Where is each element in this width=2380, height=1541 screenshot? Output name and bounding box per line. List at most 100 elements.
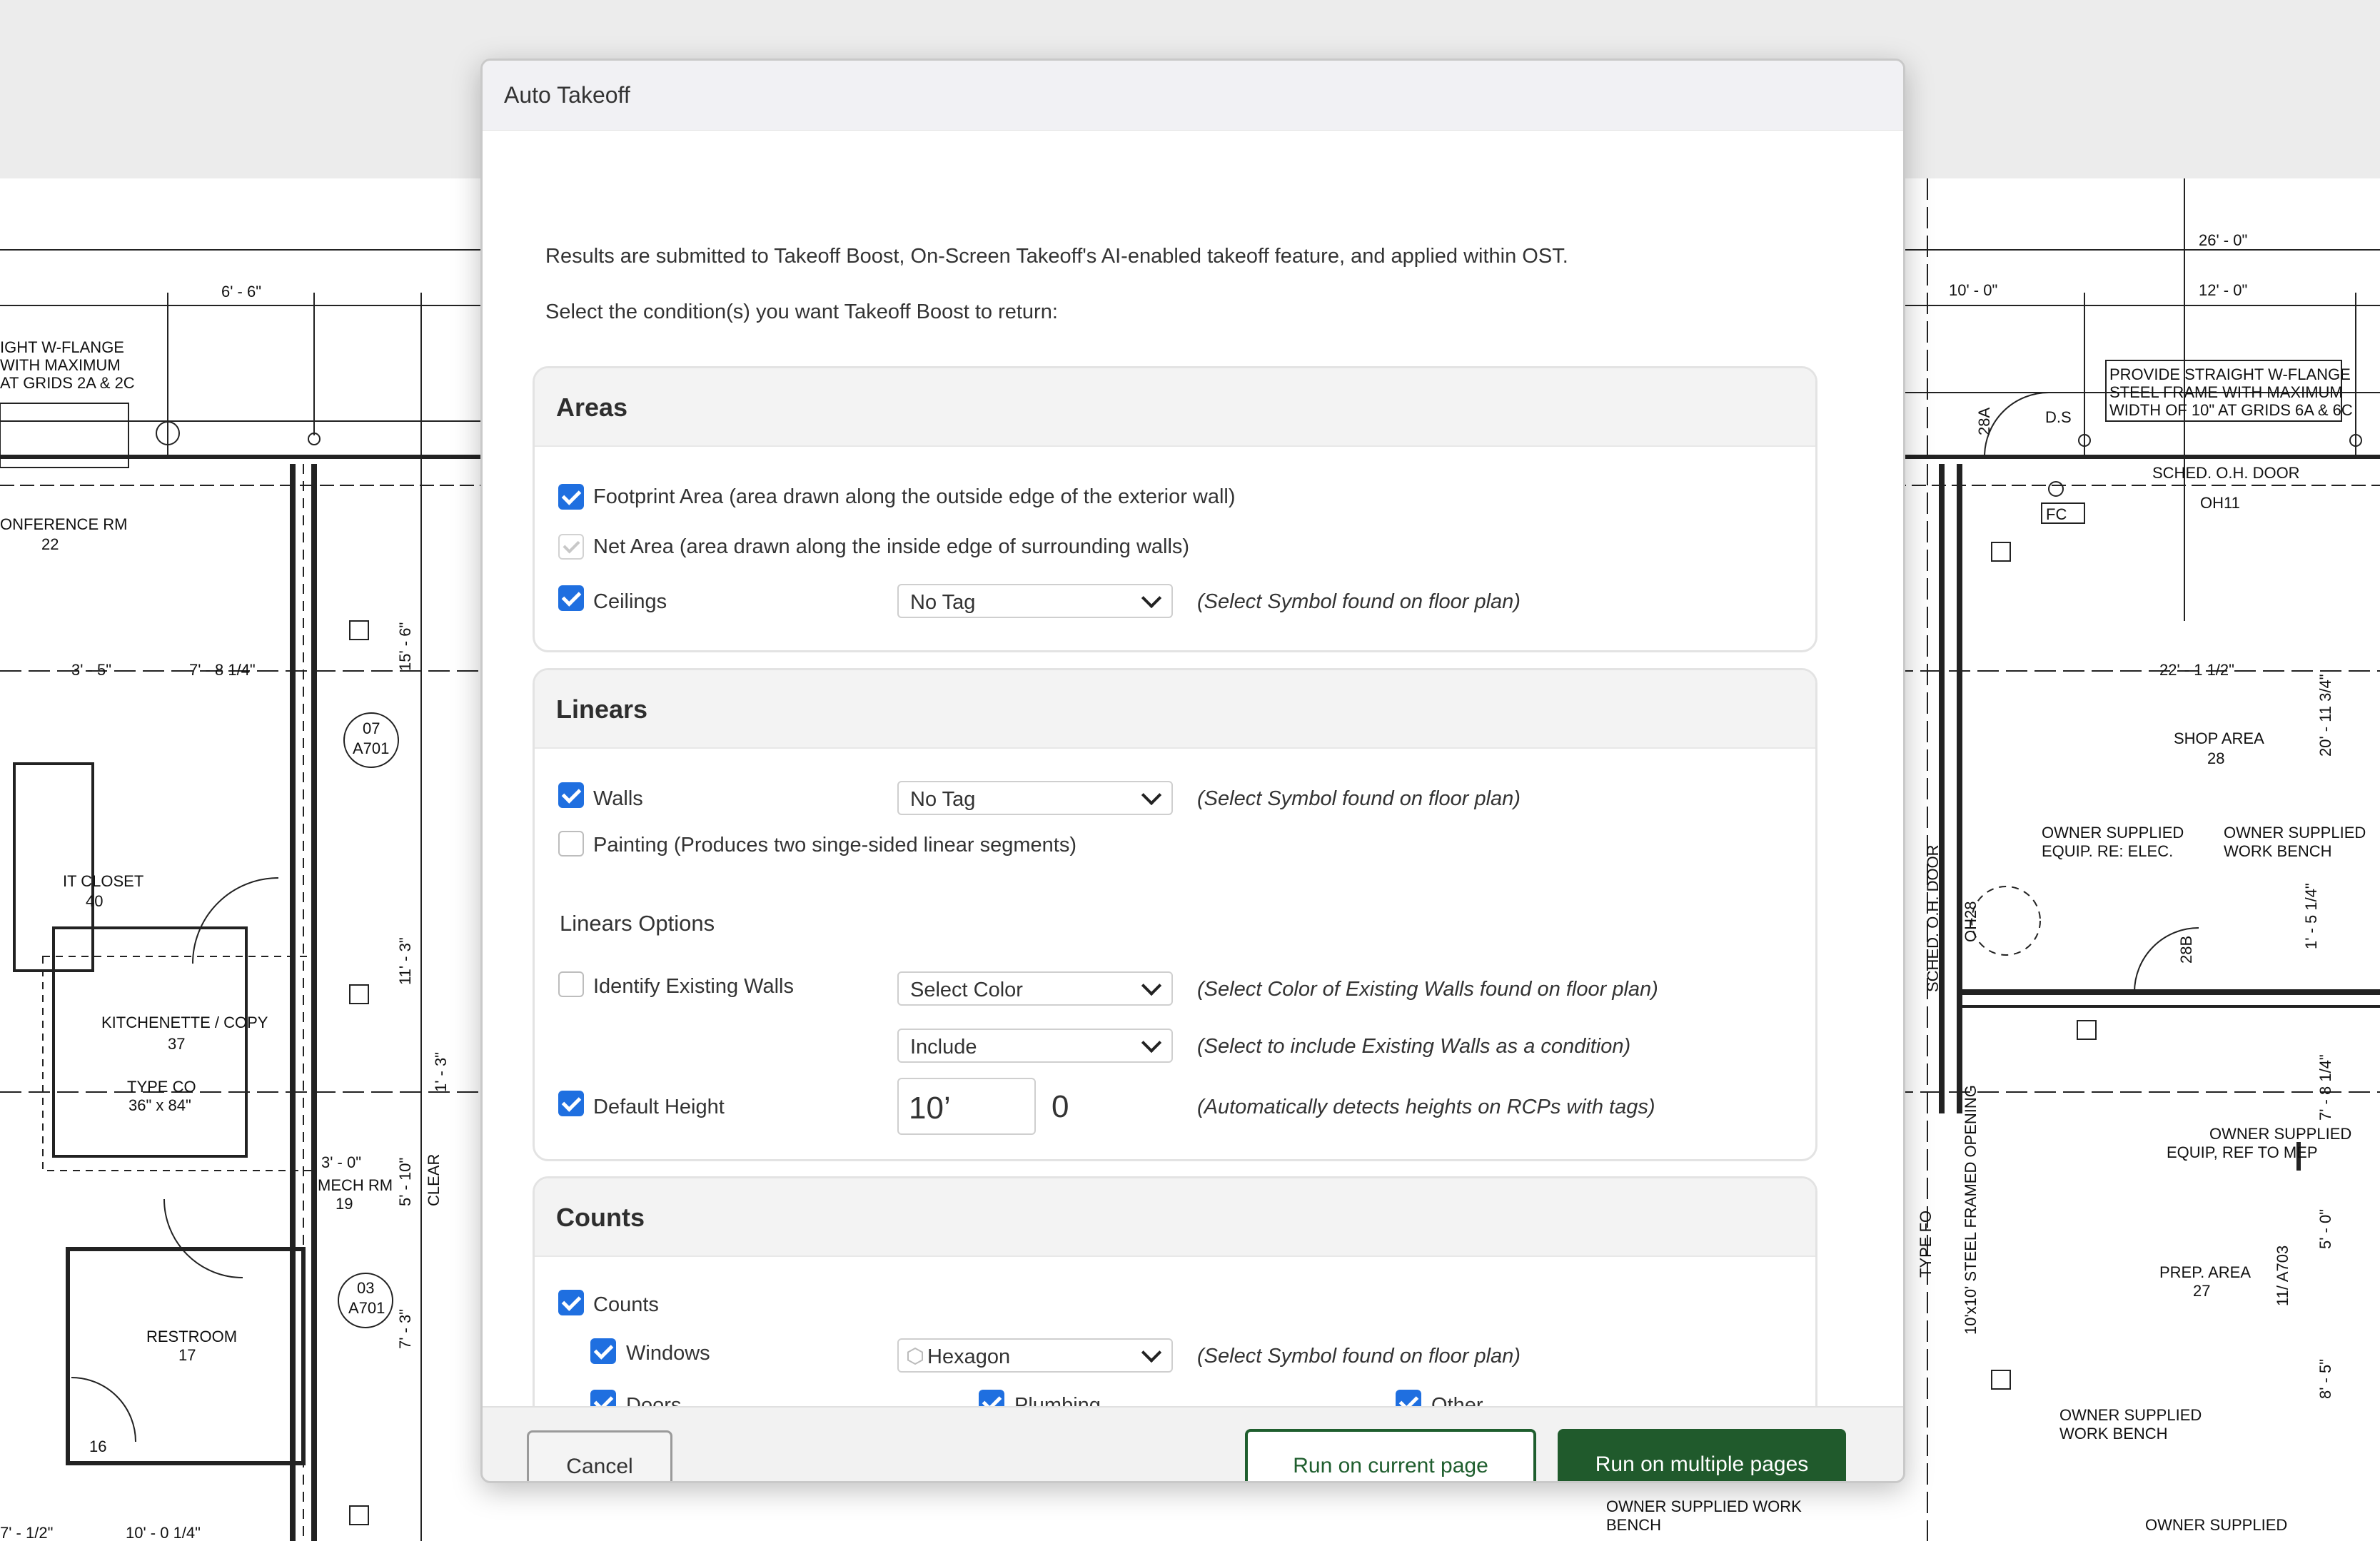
plan-label: 11/ A703	[2274, 1246, 2291, 1306]
net-area-row: Net Area (area drawn along the inside ed…	[535, 529, 1815, 565]
plan-label: 22' - 1 1/2"	[2159, 661, 2234, 679]
painting-label[interactable]: Painting (Produces two singe-sided linea…	[593, 834, 1076, 857]
plan-label: OWNER SUPPLIED	[2145, 1516, 2287, 1534]
plan-label: 7' - 8 1/4"	[189, 661, 256, 679]
cancel-button[interactable]: Cancel	[527, 1430, 672, 1481]
counts-row[interactable]: Counts	[535, 1285, 1815, 1321]
windows-symbol-select[interactable]: Hexagon	[897, 1338, 1173, 1373]
other-label[interactable]: Other	[1431, 1394, 1483, 1406]
plan-label: WORK BENCH	[2059, 1425, 2168, 1443]
ceilings-label[interactable]: Ceilings	[593, 590, 667, 614]
plumbing-checkbox[interactable]	[979, 1390, 1004, 1406]
plan-label: 3' - 0"	[321, 1153, 361, 1171]
existing-walls-row: Identify Existing Walls Select Color (Se…	[535, 970, 1815, 1006]
counts-header: Counts	[535, 1178, 1815, 1257]
plan-label: OH11	[2200, 494, 2240, 512]
doors-checkbox[interactable]	[590, 1390, 616, 1406]
plan-label: 10' - 0 1/4"	[126, 1524, 201, 1541]
plan-label: 7' - 8 1/4"	[2316, 1054, 2334, 1121]
plan-label: 1' - 3"	[432, 1052, 450, 1092]
painting-checkbox[interactable]	[558, 831, 584, 857]
ceilings-symbol-value: No Tag	[910, 591, 976, 614]
windows-checkbox[interactable]	[590, 1338, 616, 1364]
plan-label: OWNER SUPPLIED WORK	[1606, 1497, 1802, 1515]
windows-label[interactable]: Windows	[626, 1342, 710, 1365]
linears-options-heading: Linears Options	[560, 911, 715, 936]
existing-walls-color-select[interactable]: Select Color	[897, 971, 1173, 1006]
plan-label: A701	[348, 1299, 385, 1317]
walls-symbol-select[interactable]: No Tag	[897, 781, 1173, 815]
default-height-checkbox[interactable]	[558, 1091, 584, 1116]
ceilings-symbol-select[interactable]: No Tag	[897, 584, 1173, 618]
plan-label: 15' - 6"	[396, 622, 414, 671]
plan-label: SHOP AREA	[2174, 729, 2264, 747]
footprint-area-row[interactable]: Footprint Area (area drawn along the out…	[535, 479, 1815, 515]
ceilings-checkbox[interactable]	[558, 585, 584, 611]
include-existing-select[interactable]: Include	[897, 1029, 1173, 1063]
height-inches-input[interactable]: 0	[1052, 1089, 1069, 1125]
walls-symbol-value: No Tag	[910, 788, 976, 811]
counts-section: Counts Counts Windows Hexagon (Select Sy…	[533, 1176, 1817, 1406]
doors-label[interactable]: Doors	[626, 1394, 681, 1406]
plan-label: 03	[357, 1279, 374, 1297]
plan-label: 28A	[1975, 408, 1993, 435]
footprint-area-checkbox[interactable]	[558, 484, 584, 510]
plan-label: IGHT W-FLANGE	[0, 338, 124, 356]
windows-row: Windows Hexagon (Select Symbol found on …	[535, 1334, 1815, 1373]
chevron-down-icon	[1141, 975, 1162, 996]
plan-label: SCHED. O.H. DOOR	[2152, 464, 2300, 482]
plan-label: KITCHENETTE / COPY	[101, 1014, 268, 1031]
plan-label: 11' - 3"	[396, 937, 414, 985]
run-current-page-button[interactable]: Run on current page	[1245, 1429, 1536, 1481]
dialog-titlebar[interactable]: Auto Takeoff	[483, 61, 1903, 131]
existing-walls-label[interactable]: Identify Existing Walls	[593, 975, 794, 999]
plan-label: 5' - 0"	[2316, 1209, 2334, 1249]
footprint-area-label[interactable]: Footprint Area (area drawn along the out…	[593, 485, 1236, 509]
plan-label: D.S	[2045, 408, 2072, 426]
plan-label: 36" x 84"	[128, 1096, 191, 1114]
windows-hint: (Select Symbol found on floor plan)	[1197, 1345, 1521, 1368]
plan-label: 19	[336, 1195, 353, 1213]
plan-label: FC	[2046, 505, 2067, 523]
painting-row[interactable]: Painting (Produces two singe-sided linea…	[535, 827, 1815, 863]
plan-label: CLEAR	[425, 1154, 443, 1206]
walls-checkbox[interactable]	[558, 782, 584, 808]
existing-walls-checkbox[interactable]	[558, 971, 584, 997]
plan-label: EQUIP, REF TO MEP	[2167, 1143, 2318, 1161]
plan-label: 12' - 0"	[2199, 281, 2247, 299]
plan-label: 6' - 6"	[221, 283, 261, 300]
plan-label: OWNER SUPPLIED	[2042, 824, 2184, 842]
dialog-body[interactable]: Results are submitted to Takeoff Boost, …	[483, 131, 1903, 1406]
dialog-footer: Cancel Run on current page Run on multip…	[483, 1406, 1903, 1481]
areas-heading: Areas	[556, 393, 628, 422]
walls-label[interactable]: Walls	[593, 787, 643, 811]
windows-symbol-value: Hexagon	[927, 1345, 1011, 1368]
chevron-down-icon	[1141, 1032, 1162, 1054]
plumbing-label[interactable]: Plumbing	[1014, 1394, 1101, 1406]
walls-row: Walls No Tag (Select Symbol found on flo…	[535, 781, 1815, 817]
plan-label: 7' - 3"	[396, 1309, 414, 1349]
areas-header: Areas	[535, 368, 1815, 447]
plan-label: BENCH	[1606, 1516, 1661, 1534]
hexagon-icon	[907, 1347, 923, 1365]
plan-label: A701	[353, 739, 389, 757]
plan-label: 40	[86, 892, 103, 910]
existing-walls-hint: (Select Color of Existing Walls found on…	[1197, 978, 1658, 1001]
default-height-label[interactable]: Default Height	[593, 1096, 725, 1119]
height-feet-input[interactable]: 10’	[897, 1078, 1036, 1135]
plan-label: WORK BENCH	[2224, 842, 2332, 860]
plan-label: OH28	[1962, 901, 1980, 942]
ceilings-hint: (Select Symbol found on floor plan)	[1197, 590, 1521, 613]
plan-label: EQUIP. RE: ELEC.	[2042, 842, 2173, 860]
plan-label: 3' - 5"	[71, 661, 111, 679]
run-multiple-pages-button[interactable]: Run on multiple pages	[1558, 1429, 1846, 1481]
plan-label: STEEL FRAME WITH MAXIMUM	[2109, 383, 2343, 401]
plan-label: 17	[178, 1346, 196, 1364]
other-checkbox[interactable]	[1396, 1390, 1421, 1406]
counts-checkbox[interactable]	[558, 1290, 584, 1315]
plan-label: TYPE CO	[127, 1078, 196, 1096]
include-existing-value: Include	[910, 1036, 977, 1059]
plan-label: 22	[41, 535, 59, 553]
counts-label[interactable]: Counts	[593, 1293, 659, 1317]
plan-label: 1' - 5 1/4"	[2302, 883, 2320, 949]
